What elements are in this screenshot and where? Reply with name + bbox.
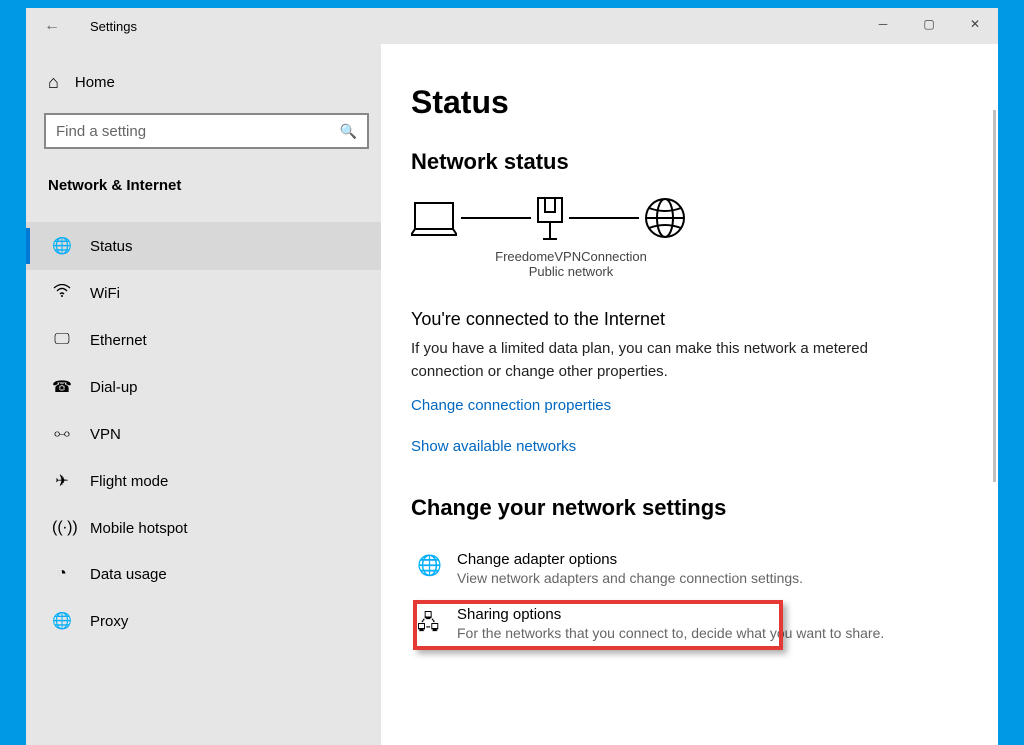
home-button[interactable]: ⌂ Home	[44, 62, 369, 103]
sharing-icon: 🖧	[417, 606, 441, 642]
row-sharing-options[interactable]: 🖧 Sharing options For the networks that …	[411, 596, 968, 652]
adapter-icon	[535, 195, 565, 241]
search-input[interactable]: Find a setting 🔍	[44, 113, 369, 149]
connected-title: You're connected to the Internet	[411, 309, 968, 330]
home-label: Home	[75, 74, 115, 91]
window-title: Settings	[90, 19, 137, 34]
sidebar-item-label: Dial-up	[90, 379, 138, 396]
page-title: Status	[411, 84, 968, 121]
sidebar-item-label: Status	[90, 238, 133, 255]
connected-desc: If you have a limited data plan, you can…	[411, 338, 881, 383]
section-change-settings: Change your network settings	[411, 495, 968, 521]
row-desc: For the networks that you connect to, de…	[457, 625, 884, 641]
sidebar-item-proxy[interactable]: 🌐 Proxy	[26, 597, 381, 645]
adapter-options-icon: 🌐	[417, 551, 441, 578]
sidebar-item-wifi[interactable]: WiFi	[26, 270, 381, 317]
sidebar-item-vpn[interactable]: ⧟ VPN	[26, 411, 381, 457]
piechart-icon: ◔	[52, 565, 72, 583]
sidebar-item-label: VPN	[90, 426, 121, 443]
internet-globe-icon	[643, 196, 687, 240]
computer-icon	[411, 199, 457, 237]
search-icon: 🔍	[340, 123, 357, 140]
connection-name: FreedomeVPNConnection	[411, 249, 731, 264]
globe-status-icon: 🌐	[52, 236, 72, 256]
link-show-networks[interactable]: Show available networks	[411, 438, 968, 455]
network-diagram	[411, 195, 968, 241]
dialup-icon: ☎	[52, 377, 72, 397]
minimize-button[interactable]: ─	[860, 8, 906, 40]
connection-type: Public network	[411, 264, 731, 279]
row-desc: View network adapters and change connect…	[457, 570, 803, 586]
home-icon: ⌂	[48, 72, 59, 93]
link-change-properties[interactable]: Change connection properties	[411, 397, 968, 414]
ethernet-icon: 🖵	[52, 331, 72, 349]
row-title: Sharing options	[457, 606, 884, 623]
titlebar: ← Settings ─ ▢ ✕	[26, 8, 998, 44]
search-placeholder: Find a setting	[56, 123, 146, 140]
vpn-icon: ⧟	[52, 425, 72, 443]
window-controls: ─ ▢ ✕	[860, 8, 998, 40]
sidebar-item-status[interactable]: 🌐 Status	[26, 222, 381, 270]
globe-icon: 🌐	[52, 611, 72, 631]
sidebar-item-label: Ethernet	[90, 332, 147, 349]
section-network-status: Network status	[411, 149, 968, 175]
sidebar-item-dialup[interactable]: ☎ Dial-up	[26, 363, 381, 411]
sidebar-item-datausage[interactable]: ◔ Data usage	[26, 551, 381, 597]
sidebar: ⌂ Home Find a setting 🔍 Network & Intern…	[26, 44, 381, 745]
sidebar-item-flightmode[interactable]: ✈ Flight mode	[26, 457, 381, 505]
hotspot-icon: ((∙))	[52, 519, 72, 537]
sidebar-item-label: Flight mode	[90, 473, 168, 490]
settings-window: ← Settings ─ ▢ ✕ ⌂ Home Find a setting 🔍…	[26, 8, 998, 745]
sidebar-item-label: Proxy	[90, 613, 128, 630]
scrollbar[interactable]	[993, 110, 996, 482]
airplane-icon: ✈	[52, 471, 72, 491]
sidebar-item-label: Data usage	[90, 566, 167, 583]
sidebar-item-hotspot[interactable]: ((∙)) Mobile hotspot	[26, 505, 381, 551]
sidebar-section: Network & Internet	[44, 169, 369, 202]
close-button[interactable]: ✕	[952, 8, 998, 40]
connection-caption: FreedomeVPNConnection Public network	[411, 249, 731, 279]
row-change-adapter[interactable]: 🌐 Change adapter options View network ad…	[411, 541, 968, 596]
back-icon[interactable]: ←	[44, 17, 60, 35]
main-content: Status Network status	[381, 44, 998, 745]
sidebar-item-ethernet[interactable]: 🖵 Ethernet	[26, 317, 381, 363]
sidebar-item-label: WiFi	[90, 285, 120, 302]
maximize-button[interactable]: ▢	[906, 8, 952, 40]
wifi-icon	[52, 284, 72, 303]
row-title: Change adapter options	[457, 551, 803, 568]
sidebar-item-label: Mobile hotspot	[90, 520, 188, 537]
